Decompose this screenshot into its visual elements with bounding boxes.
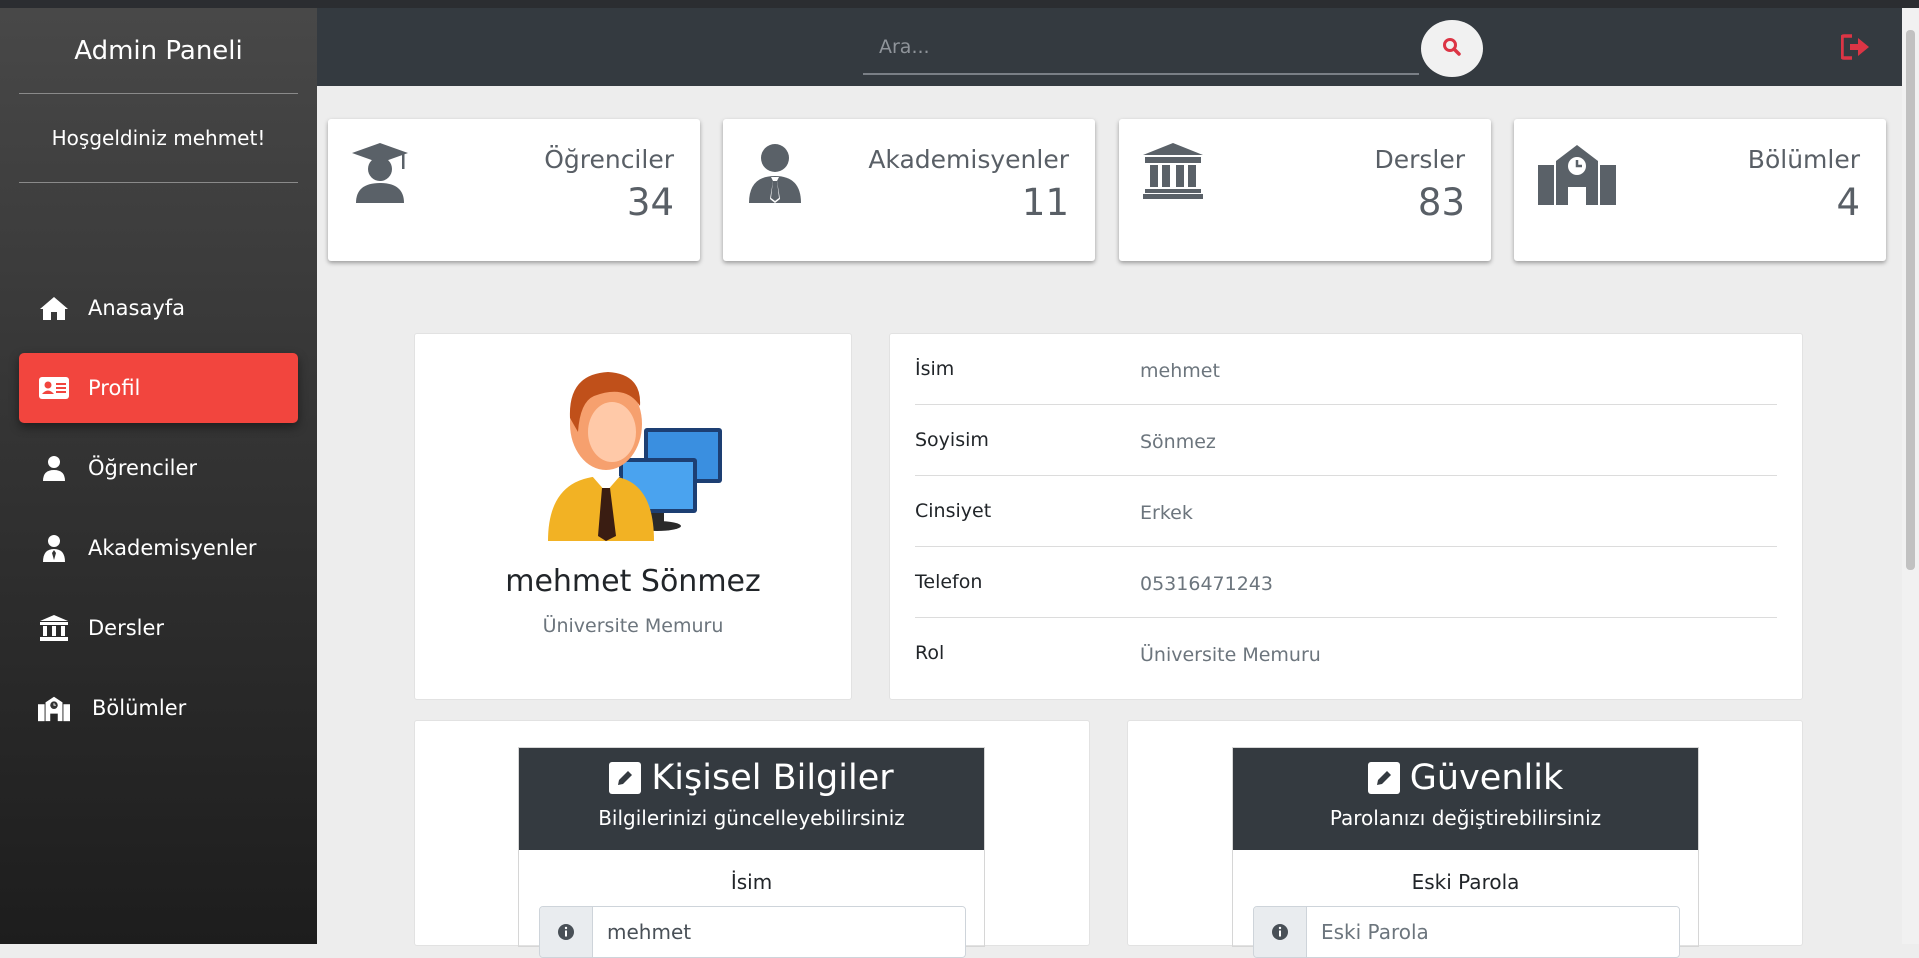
stat-value: 34 [626, 181, 674, 224]
logout-button[interactable] [1840, 34, 1871, 60]
user-tie-icon [38, 532, 70, 564]
school-icon [1538, 143, 1616, 205]
graduate-icon [352, 143, 408, 203]
sidebar-item-label: Akademisyenler [88, 536, 257, 560]
avatar [544, 366, 724, 541]
home-icon [38, 292, 70, 324]
stat-label: Akademisyenler [868, 145, 1069, 174]
page-scrollbar[interactable] [1902, 8, 1919, 944]
profile-card: mehmet Sönmez Üniversite Memuru [414, 333, 852, 700]
info-key: Rol [915, 642, 945, 664]
info-value: Erkek [1140, 502, 1193, 524]
sidebar-divider [19, 182, 298, 183]
sidebar-item-label: Dersler [88, 616, 165, 640]
info-row: Cinsiyet Erkek [915, 476, 1777, 547]
personal-form: Kişisel Bilgiler Bilgilerinizi güncelley… [518, 747, 985, 958]
info-row: Soyisim Sönmez [915, 405, 1777, 476]
profile-name: mehmet Sönmez [505, 564, 761, 599]
name-field-group [539, 906, 966, 958]
info-value: mehmet [1140, 360, 1220, 382]
profile-role: Üniversite Memuru [542, 615, 724, 637]
sidebar-item-anasayfa[interactable]: Anasayfa [19, 273, 298, 343]
sidebar-item-label: Profil [88, 376, 141, 400]
sidebar-item-bolumler[interactable]: Bölümler [19, 673, 298, 743]
sidebar: Admin Paneli Hoşgeldiniz mehmet! Anasayf… [0, 8, 317, 944]
stat-value: 11 [1021, 181, 1069, 224]
user-icon [38, 452, 70, 484]
field-label: İsim [730, 870, 773, 894]
sidebar-item-label: Anasayfa [88, 296, 186, 320]
school-icon [38, 692, 70, 724]
form-header: Güvenlik Parolanızı değiştirebilirsiniz [1233, 748, 1698, 850]
sidebar-item-label: Öğrenciler [88, 456, 198, 480]
stat-label: Dersler [1374, 145, 1465, 174]
security-form-container: Güvenlik Parolanızı değiştirebilirsiniz … [1127, 720, 1803, 958]
info-value: 05316471243 [1140, 573, 1273, 595]
edit-icon [1367, 762, 1400, 794]
sidebar-item-label: Bölümler [92, 696, 187, 720]
stat-card-akademisyenler[interactable]: Akademisyenler 11 [723, 119, 1095, 261]
stat-label: Öğrenciler [544, 145, 674, 174]
security-form: Güvenlik Parolanızı değiştirebilirsiniz … [1232, 747, 1699, 958]
info-key: Soyisim [915, 429, 989, 451]
university-icon [38, 612, 70, 644]
form-title: Güvenlik [1409, 758, 1564, 798]
sidebar-nav: Anasayfa Profil Öğrenciler Akademisyenle… [19, 273, 298, 753]
name-input[interactable] [593, 907, 965, 957]
info-row: İsim mehmet [915, 334, 1777, 405]
info-value: Üniversite Memuru [1140, 644, 1321, 666]
welcome-message: Hoşgeldiniz mehmet! [51, 126, 266, 150]
top-navbar [317, 8, 1902, 86]
search-input[interactable] [863, 20, 1419, 75]
info-row: Telefon 05316471243 [915, 547, 1777, 618]
form-subtitle: Bilgilerinizi güncelleyebilirsiniz [598, 806, 905, 830]
stat-card-dersler[interactable]: Dersler 83 [1119, 119, 1491, 261]
info-key: Telefon [915, 571, 983, 593]
search-button[interactable] [1421, 20, 1483, 77]
form-header: Kişisel Bilgiler Bilgilerinizi güncelley… [519, 748, 984, 850]
info-icon [540, 907, 593, 957]
sidebar-item-akademisyenler[interactable]: Akademisyenler [19, 513, 298, 583]
stat-label: Bölümler [1747, 145, 1860, 174]
sidebar-item-profil[interactable]: Profil [19, 353, 298, 423]
old-password-input[interactable] [1307, 907, 1679, 957]
stat-card-bolumler[interactable]: Bölümler 4 [1514, 119, 1886, 261]
sidebar-item-dersler[interactable]: Dersler [19, 593, 298, 663]
profile-info-card: İsim mehmet Soyisim Sönmez Cinsiyet Erke… [889, 333, 1803, 700]
university-icon [1143, 143, 1203, 203]
sidebar-item-ogrenciler[interactable]: Öğrenciler [19, 433, 298, 503]
personal-form-container: Kişisel Bilgiler Bilgilerinizi güncelley… [414, 720, 1090, 958]
scrollbar-thumb[interactable] [1906, 30, 1915, 570]
info-icon [1254, 907, 1307, 957]
info-key: Cinsiyet [915, 500, 992, 522]
field-label: Eski Parola [1411, 870, 1520, 894]
id-card-icon [38, 372, 70, 404]
user-tie-icon [747, 143, 803, 203]
form-subtitle: Parolanızı değiştirebilirsiniz [1329, 806, 1602, 830]
search-icon [1442, 37, 1462, 61]
edit-icon [609, 762, 642, 794]
browser-top-edge [0, 0, 1919, 8]
form-title: Kişisel Bilgiler [651, 758, 894, 798]
info-value: Sönmez [1140, 431, 1216, 453]
info-row: Rol Üniversite Memuru [915, 618, 1777, 688]
stat-value: 83 [1417, 181, 1465, 224]
info-key: İsim [915, 358, 955, 380]
stat-value: 4 [1836, 181, 1860, 224]
sign-out-icon [1840, 34, 1871, 64]
old-password-field-group [1253, 906, 1680, 958]
brand-title: Admin Paneli [74, 35, 243, 66]
stat-card-ogrenciler[interactable]: Öğrenciler 34 [328, 119, 700, 261]
